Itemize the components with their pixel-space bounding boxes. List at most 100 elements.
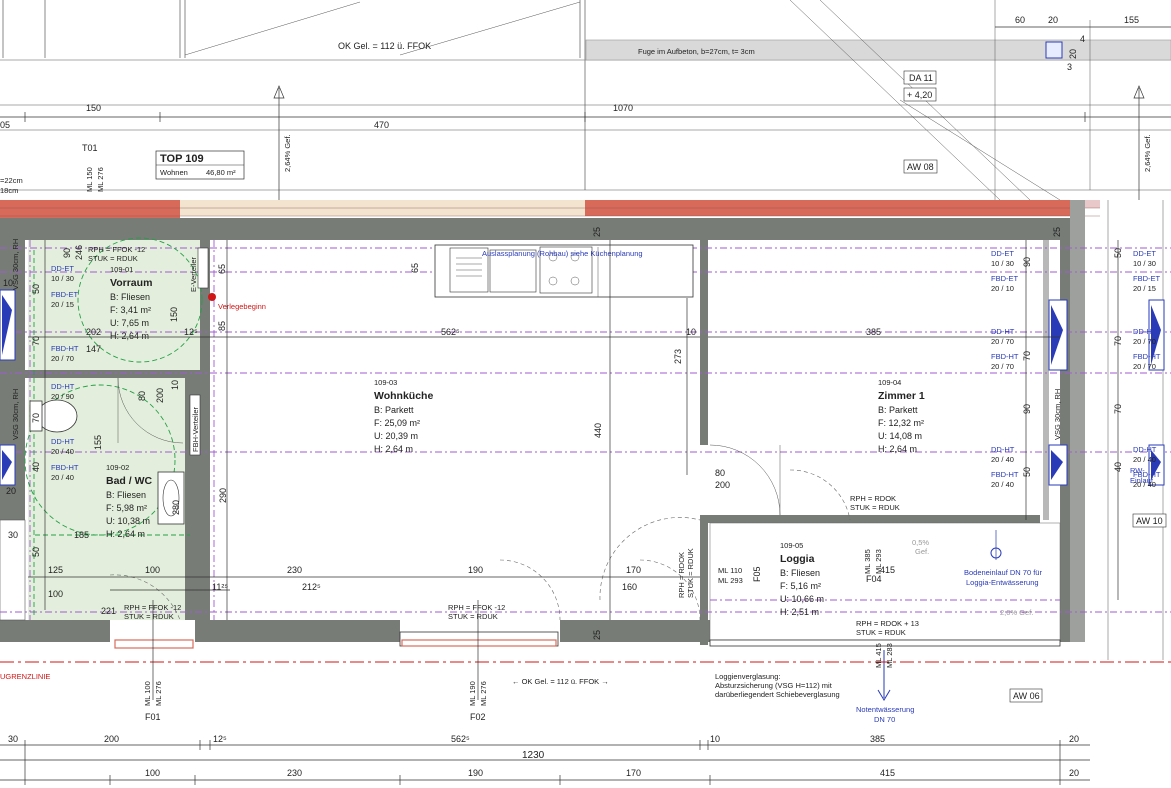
opening-label-fbd_ht_a: FBD-HT (51, 344, 79, 353)
dim-l50: 50 (1113, 248, 1123, 258)
unit-type: Wohnen (160, 168, 188, 177)
washbasin (157, 471, 185, 525)
dim-70z: 70 (1022, 351, 1032, 361)
dim-60: 60 (1015, 15, 1025, 25)
rph-z1: RPH = RDOK (850, 494, 896, 503)
dim-50b: 50 (31, 547, 41, 557)
opening-size-fbd_et_r: 20 / 15 (1133, 284, 1156, 293)
f04-label: F04 (866, 574, 882, 584)
wohnkueche-h: H: 2,64 m (374, 444, 413, 454)
dim-185: 185 (74, 530, 89, 540)
e-verteiler-label: E-Verteiler (189, 256, 198, 292)
bottom-ticks (24, 740, 1061, 785)
dim-l10: 10 (3, 278, 13, 288)
slope-20: 2,0% Gef. (1000, 608, 1033, 617)
rph-vert1: RPH = RDOK (677, 552, 686, 598)
rph-bm2: STUK = RDUK (448, 612, 498, 621)
bottom-ml-h: ML 283 (885, 643, 894, 668)
opening-size-dd_ht_b: 20 / 40 (51, 447, 74, 456)
fbh-verteiler: FBH-Verteiler (189, 394, 201, 456)
dim-150: 150 (86, 103, 101, 113)
f01-ml-h: ML 276 (154, 681, 163, 706)
dim-3: 3 (1067, 62, 1072, 72)
dim-12a: 12⁵ (184, 327, 198, 337)
dim-50: 50 (31, 284, 41, 294)
dim-85: 85 (217, 321, 227, 331)
vorraum-u: U: 7,65 m (110, 318, 149, 328)
b-20: 20 (1069, 734, 1079, 744)
aw08-label: AW 08 (907, 162, 934, 172)
rph-loggia2: STUK = RDUK (856, 628, 906, 637)
loggia-glas-l2: Absturzsicherung (VSG H=112) mit (715, 681, 833, 690)
dim-150: 150 (169, 307, 179, 322)
dim-l70b: 70 (1113, 404, 1123, 414)
dim-385a: 385 (866, 327, 881, 337)
opening-label-fbd_ht_r: FBD-HT (1133, 352, 1161, 361)
window-f05: ML 110 ML 293 F05 (718, 566, 762, 585)
unit-name: TOP 109 (160, 153, 204, 165)
rph-z2: STUK = RDUK (850, 503, 900, 512)
opening-size-dd_ht_z2: 20 / 40 (991, 455, 1014, 464)
t01-ml150: ML 150 (85, 167, 94, 192)
f02-label: F02 (470, 712, 486, 722)
vsg-right-label: VSG 30cm, RH (1053, 389, 1062, 440)
verlege-marker: Verlegebeginn (208, 293, 266, 311)
slope-arrow-right: 2,64% Gef. (1133, 85, 1152, 200)
dim-155: 155 (93, 435, 103, 450)
notent-l2: DN 70 (874, 715, 895, 724)
opening-label-dd_ht_a: DD-HT (51, 382, 75, 391)
bottom-dim-row-2: 1230 (0, 750, 1090, 761)
da-height-label: + 4,20 (907, 90, 932, 100)
opening-size-fbd_ht_a: 20 / 70 (51, 354, 74, 363)
dim-100b: 100 (48, 589, 63, 599)
unit-area: 46,80 m² (206, 168, 236, 177)
f04-ml-w: ML 385 (863, 549, 872, 574)
b-20b: 20 (1069, 768, 1079, 778)
dim-273: 273 (673, 349, 683, 364)
dim-160: 160 (622, 582, 637, 592)
opening-label-fbd_et_z: FBD-ET (991, 274, 1019, 283)
dim-221: 221 (101, 606, 116, 616)
fuge-label: Fuge im Aufbeton, b=27cm, t= 3cm (638, 47, 755, 56)
dim-20b: 20 (1068, 49, 1078, 59)
b-200: 200 (104, 734, 119, 744)
loggia-glas-l3: darüberliegendert Schiebeverglasung (715, 690, 840, 699)
dim-246: 246 (74, 245, 84, 260)
loggia-name: Loggia (780, 553, 815, 565)
zimmer1-h: H: 2,64 m (878, 444, 917, 454)
dim-147: 147 (86, 344, 101, 354)
zimmer1-id: 109-04 (878, 378, 901, 387)
rph-top-l1: RPH = FFOK -12 (88, 245, 145, 254)
dim-2125: 212⁵ (302, 582, 321, 592)
b-5625: 562⁵ (451, 734, 470, 744)
vorraum-b: B: Fliesen (110, 292, 150, 302)
loggia-h: H: 2,51 m (780, 607, 819, 617)
unit-label-box: TOP 109 Wohnen 46,80 m² (155, 150, 245, 180)
opening-size-dd_ht_z: 20 / 70 (991, 337, 1014, 346)
opening-label-dd_ht_r: DD-HT (1133, 327, 1157, 336)
dim-1125: 11²⁵ (212, 582, 228, 592)
dim-280: 280 (171, 500, 181, 515)
opening-size-dd_ht_r: 20 / 70 (1133, 337, 1156, 346)
opening-size-fbd_ht_z2: 20 / 40 (991, 480, 1014, 489)
zimmer1-u: U: 14,08 m (878, 431, 922, 441)
t01-label: T01 (82, 143, 98, 153)
opening-label-dd_et_r: DD-ET (1133, 249, 1156, 258)
dim-70a: 70 (31, 336, 41, 346)
b-190: 190 (468, 768, 483, 778)
dim-440: 440 (593, 423, 603, 438)
dim-80: 80 (715, 468, 725, 478)
wohnkueche-u: U: 20,39 m (374, 431, 418, 441)
f05-label: F05 (752, 566, 762, 582)
vsg-left2-label: VSG 30cm, RH (11, 389, 20, 440)
dim-30: 30 (8, 530, 18, 540)
grenzlinie-label: UGRENZLINIE (0, 672, 50, 681)
opening-label-fbd_ht_z: FBD-HT (991, 352, 1019, 361)
wohnkueche-name: Wohnküche (374, 390, 433, 402)
b-125: 12⁵ (213, 734, 227, 744)
opening-size-fbd_et_z: 20 / 10 (991, 284, 1014, 293)
dim-562: 562⁵ (441, 327, 460, 337)
rph-bm1: RPH = FFOK -12 (448, 603, 505, 612)
f01-label: F01 (145, 712, 161, 722)
wohnkueche-b: B: Parkett (374, 405, 414, 415)
